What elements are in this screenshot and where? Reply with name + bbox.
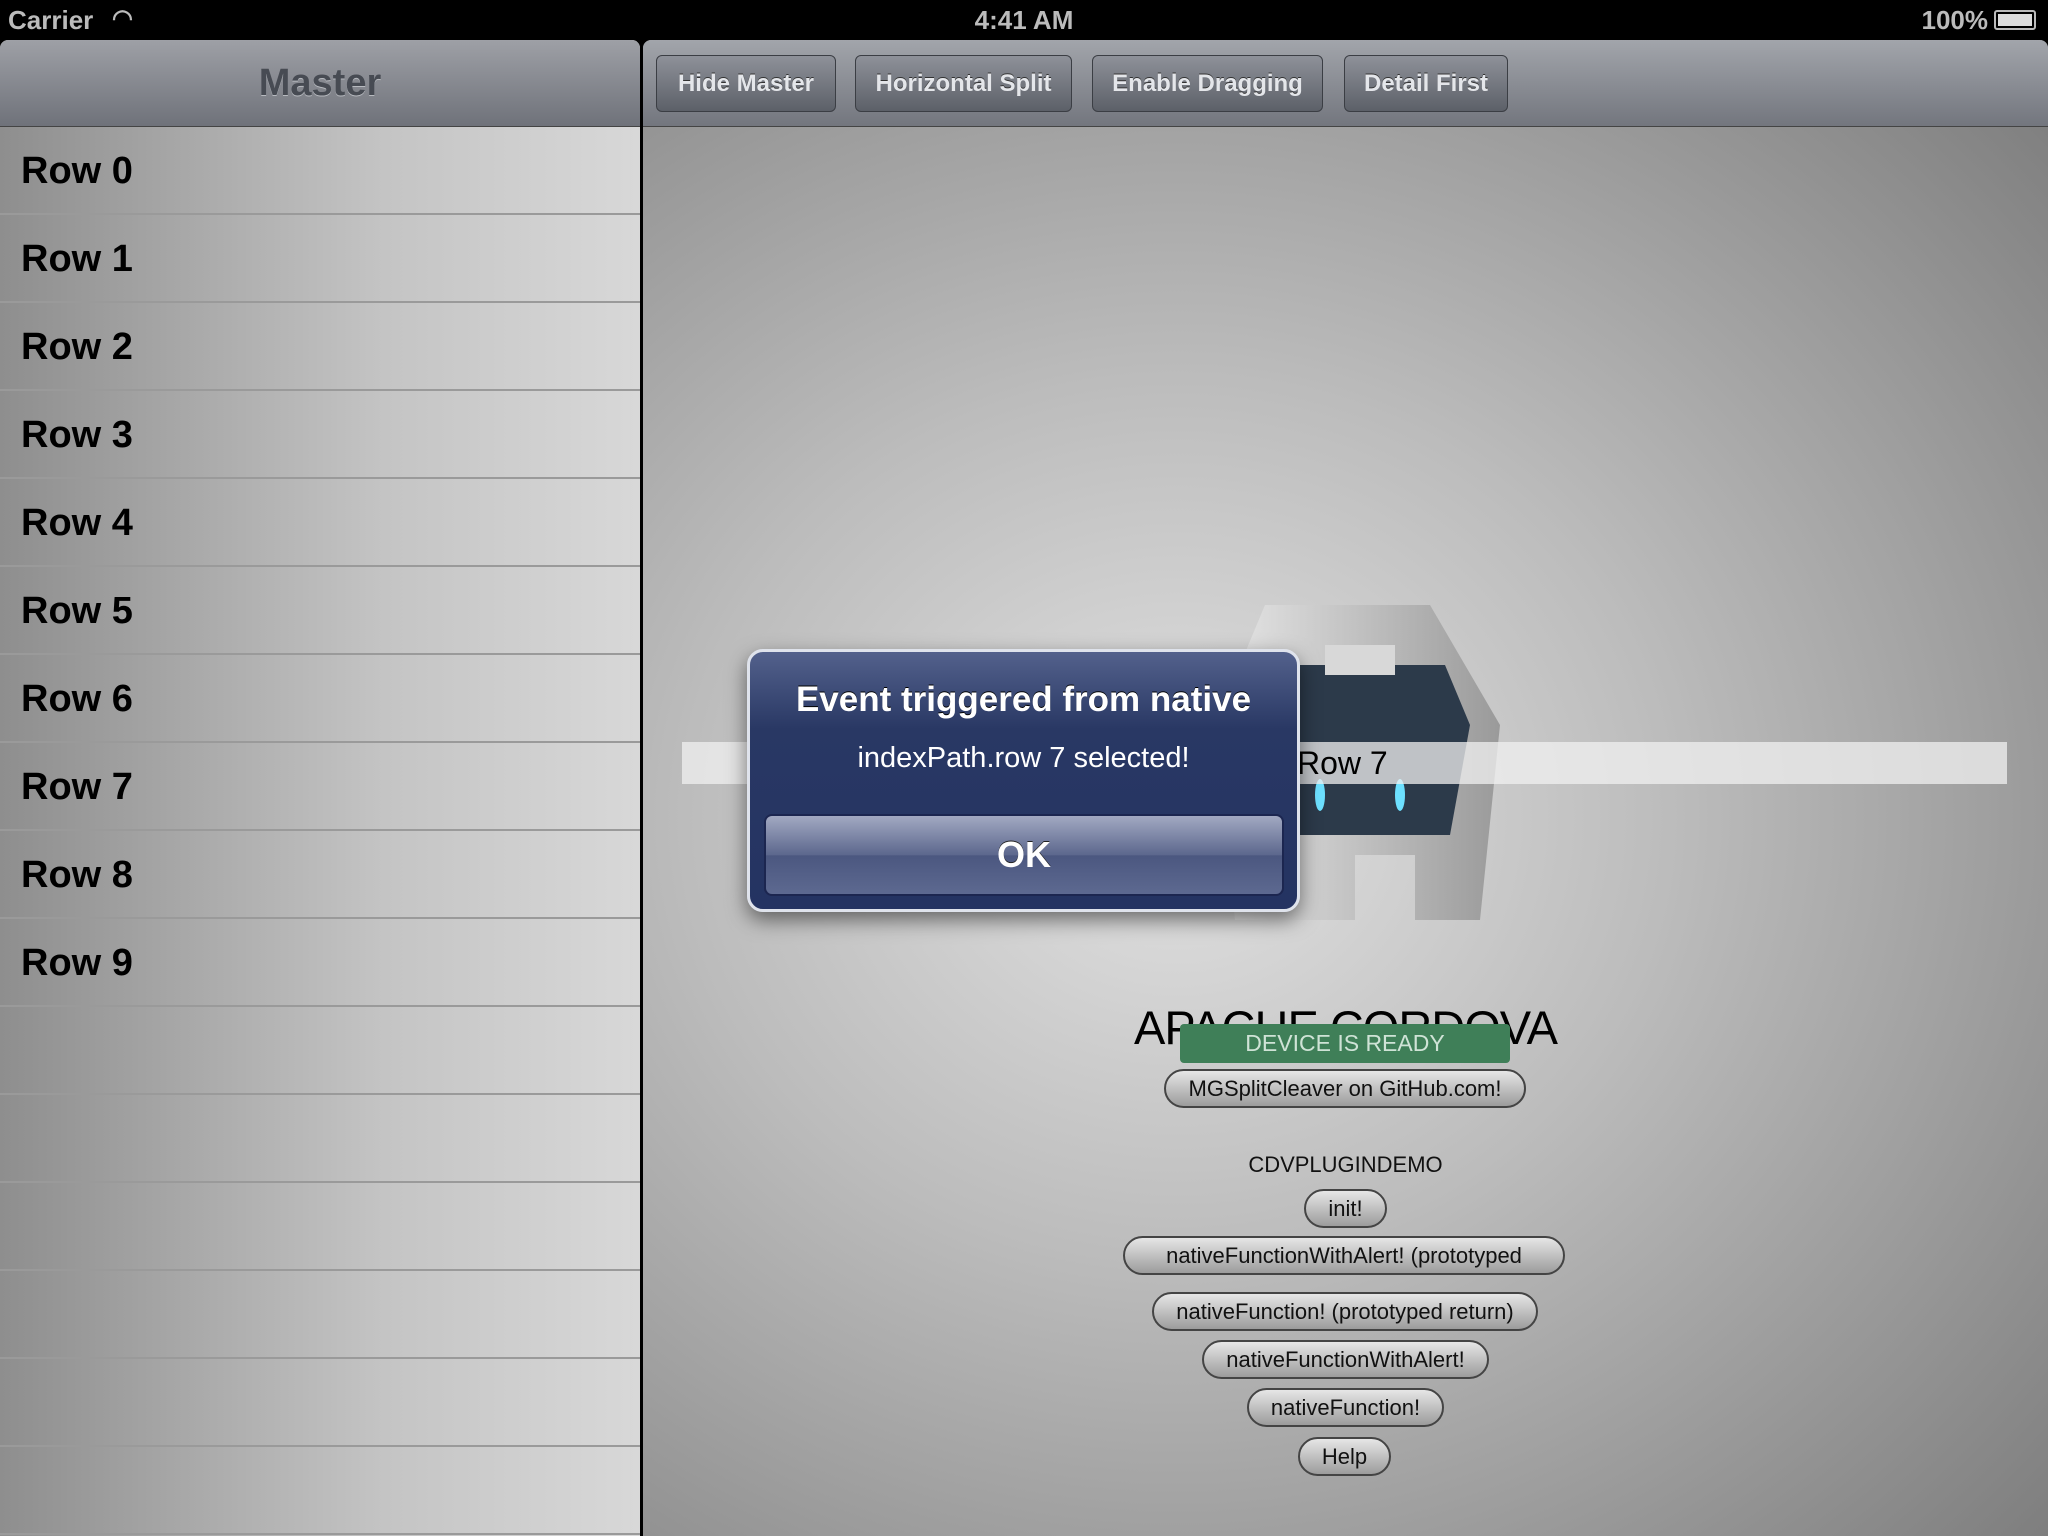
master-row[interactable]: Row 8 <box>0 831 640 919</box>
toolbar: Hide Master Horizontal Split Enable Drag… <box>643 40 2048 127</box>
native-function-button[interactable]: nativeFunction! <box>1247 1388 1444 1427</box>
native-function-with-alert-button[interactable]: nativeFunctionWithAlert! <box>1202 1340 1489 1379</box>
help-button[interactable]: Help <box>1298 1437 1391 1476</box>
master-row[interactable]: Row 2 <box>0 303 640 391</box>
master-row[interactable]: Row 0 <box>0 127 640 215</box>
empty-row <box>0 1183 640 1271</box>
device-ready-badge: DEVICE IS READY <box>1180 1024 1510 1063</box>
empty-row <box>0 1447 640 1535</box>
master-row[interactable]: Row 5 <box>0 567 640 655</box>
master-row[interactable]: Row 9 <box>0 919 640 1007</box>
battery-icon <box>1994 10 2036 30</box>
plugin-demo-label: CDVPLUGINDEMO <box>1248 1152 1443 1177</box>
master-row[interactable]: Row 1 <box>0 215 640 303</box>
hide-master-button[interactable]: Hide Master <box>656 55 836 112</box>
empty-row <box>0 1095 640 1183</box>
empty-row <box>0 1271 640 1359</box>
battery-percent: 100% <box>1921 5 1989 35</box>
alert-title: Event triggered from native <box>795 680 1252 719</box>
init-button[interactable]: init! <box>1304 1189 1387 1228</box>
master-title: Master <box>0 40 640 127</box>
master-row[interactable]: Row 6 <box>0 655 640 743</box>
clock: 4:41 AM <box>974 5 1074 35</box>
master-row[interactable]: Row 7 <box>0 743 640 831</box>
github-link-button[interactable]: MGSplitCleaver on GitHub.com! <box>1164 1069 1526 1108</box>
enable-dragging-button[interactable]: Enable Dragging <box>1092 55 1323 112</box>
empty-row <box>0 1007 640 1095</box>
master-panel: Master Row 0 Row 1 Row 2 Row 3 Row 4 Row 5 Row… <box>0 40 640 1536</box>
native-function-with-alert-prototyped-button[interactable]: nativeFunctionWithAlert! (prototyped ret… <box>1123 1236 1565 1275</box>
status-bar: Carrier ◠ 4:41 AM 100% <box>0 0 2048 40</box>
horizontal-split-button[interactable]: Horizontal Split <box>855 55 1072 112</box>
empty-row <box>0 1359 640 1447</box>
native-function-prototyped-button[interactable]: nativeFunction! (prototyped return) <box>1152 1292 1538 1331</box>
detail-first-button[interactable]: Detail First <box>1344 55 1508 112</box>
ok-button[interactable]: OK <box>764 814 1284 896</box>
alert-message: indexPath.row 7 selected! <box>857 742 1190 774</box>
master-row[interactable]: Row 3 <box>0 391 640 479</box>
master-row[interactable]: Row 4 <box>0 479 640 567</box>
alert-dialog: Event triggered from native indexPath.ro… <box>747 649 1300 912</box>
